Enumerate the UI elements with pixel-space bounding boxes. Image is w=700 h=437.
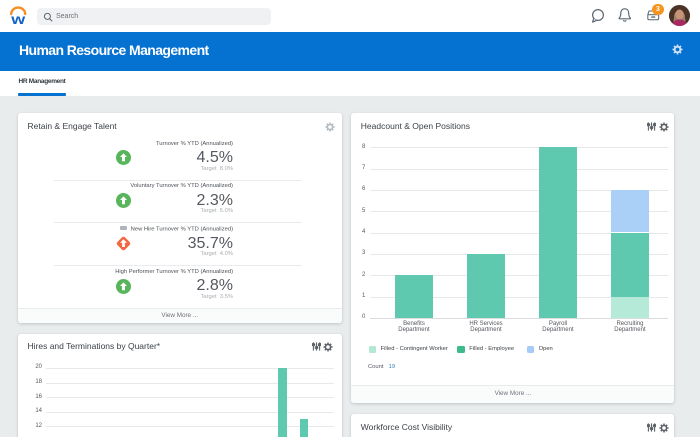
- svg-text:w: w: [10, 12, 26, 26]
